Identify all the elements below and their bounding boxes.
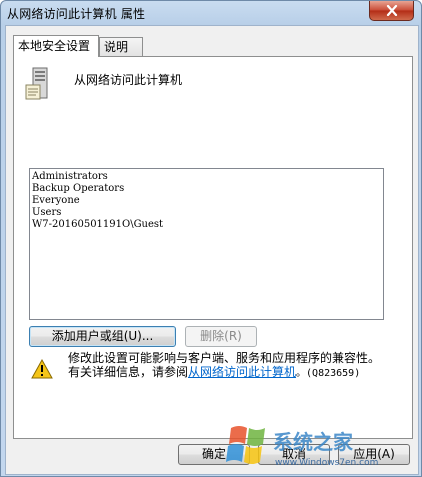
- compatibility-warning: 修改此设置可能影响与客户端、服务和应用程序的兼容性。 有关详细信息，请参阅从网络…: [68, 351, 380, 381]
- tab-panel: 从网络访问此计算机 Administrators Backup Operator…: [13, 56, 413, 439]
- close-button[interactable]: [369, 1, 414, 21]
- list-item[interactable]: Everyone: [32, 195, 381, 207]
- warning-line-2: 有关详细信息，请参阅从网络访问此计算机。(Q823659): [68, 365, 380, 381]
- tab-explain[interactable]: 说明: [99, 37, 143, 56]
- warning-prefix: 有关详细信息，请参阅: [68, 365, 189, 379]
- properties-window: 从网络访问此计算机 属性 本地安全设置 说明 从网络访问此计算机 Adminis…: [0, 0, 422, 477]
- warning-icon: [31, 359, 53, 379]
- list-item[interactable]: Administrators: [32, 171, 381, 183]
- accounts-listbox[interactable]: Administrators Backup Operators Everyone…: [29, 168, 384, 320]
- dialog-body: 本地安全设置 说明 从网络访问此计算机 Administrators Backu…: [5, 25, 419, 475]
- policy-help-link[interactable]: 从网络访问此计算机: [188, 365, 296, 379]
- warning-line-1: 修改此设置可能影响与客户端、服务和应用程序的兼容性。: [68, 351, 381, 365]
- server-icon: [25, 67, 48, 100]
- close-icon: [386, 5, 397, 16]
- site-watermark: 系统之家 www.Windows7en.com: [226, 426, 378, 468]
- windows-flag-logo: [226, 426, 265, 464]
- window-title: 从网络访问此计算机 属性: [7, 7, 146, 21]
- tab-local-security-setting[interactable]: 本地安全设置: [13, 35, 99, 57]
- title-bar[interactable]: 从网络访问此计算机 属性: [1, 1, 421, 25]
- watermark-url: www.Windows7en.com: [275, 458, 378, 468]
- add-user-or-group-button[interactable]: 添加用户或组(U)...: [29, 326, 176, 347]
- policy-name: 从网络访问此计算机: [74, 73, 183, 87]
- watermark-brand: 系统之家: [273, 430, 354, 454]
- list-item[interactable]: Backup Operators: [32, 183, 381, 195]
- list-item[interactable]: Users: [32, 207, 381, 219]
- kb-reference: 。(Q823659): [296, 368, 361, 379]
- list-item[interactable]: W7-20160501191O\Guest: [32, 219, 381, 231]
- remove-button[interactable]: 删除(R): [185, 326, 257, 347]
